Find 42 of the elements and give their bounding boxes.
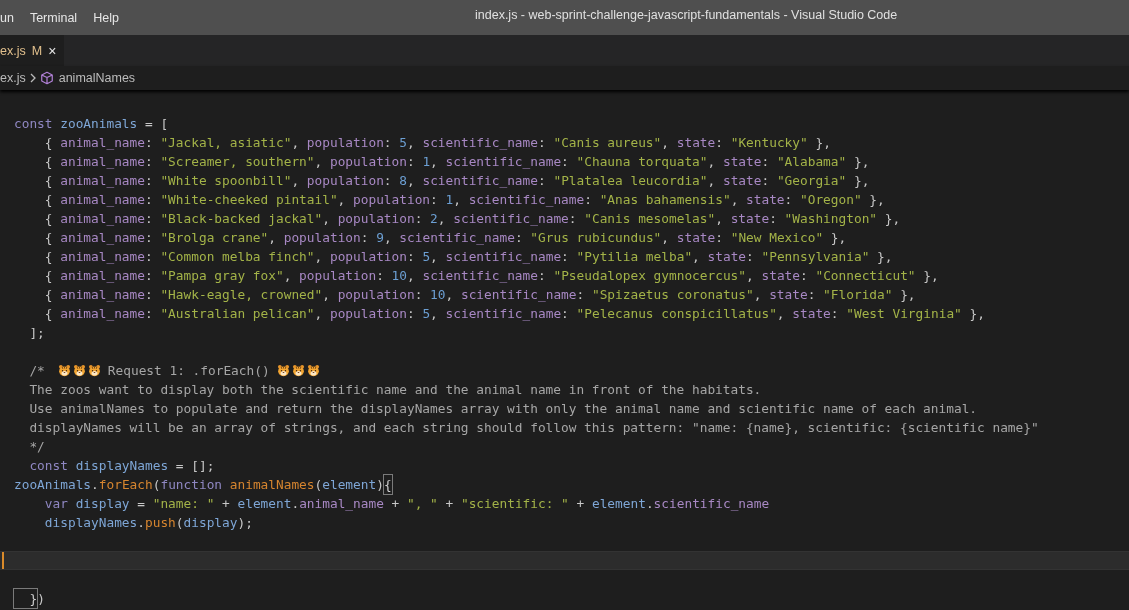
code-line: const displayNames = []; xyxy=(28,457,215,475)
code-line: { animal_name: "Common melba finch", population: 5, scientific_name: "Pytilia melba", state: "Pennsylvania" }, xyxy=(43,248,893,266)
code-line: { animal_name: "Jackal, asiatic", population: 5, scientific_name: "Canis aureus", state: "Kentucky" }, xyxy=(43,134,831,152)
code-line: var display = "name: " + element.animal_name + ", " + "scientific: " + element.scientific_name xyxy=(43,495,770,513)
code-line: { animal_name: "Screamer, southern", population: 1, scientific_name: "Chauna torquata", state: "Alabama" }, xyxy=(43,153,870,171)
code-line: { animal_name: "Pampa gray fox", population: 10, scientific_name: "Pseudalopex gymnocercus", state: "Connecticut" }, xyxy=(43,267,939,285)
text-cursor xyxy=(2,552,4,569)
tiger-icon xyxy=(57,364,71,377)
modified-label: M xyxy=(31,43,43,58)
chevron-right-icon xyxy=(28,72,37,84)
code-line: { animal_name: "Brolga crane", population: 9, scientific_name: "Grus rubicundus", state: "New Mexico" }, xyxy=(43,229,847,247)
tiger-icon xyxy=(291,364,305,377)
window-title: index.js - web-sprint-challenge-javascript-fundamentals - Visual Studio Code xyxy=(475,7,898,24)
code-line: { animal_name: "White-cheeked pintail", population: 1, scientific_name: "Anas bahamensis", state: "Oregon" }, xyxy=(43,191,885,209)
code-line: displayNames.push(display); xyxy=(43,514,253,532)
code-line: The zoos want to display both the scientific name and the animal name in front of the habitats. xyxy=(28,381,763,399)
breadcrumb-item[interactable]: ex.js xyxy=(0,71,26,85)
tiger-icon xyxy=(276,364,290,377)
menu-item[interactable]: Terminal xyxy=(21,10,86,25)
code-line: */ xyxy=(28,438,46,456)
code-line: }) xyxy=(14,589,45,608)
code-line: zooAnimals.forEach(function animalNames(element){ xyxy=(14,475,392,494)
tab-label: ex.js xyxy=(0,43,26,58)
tiger-icon xyxy=(87,364,101,377)
breadcrumb-item[interactable]: animalNames xyxy=(58,71,136,85)
code-line: Use animalNames to populate and return the displayNames array with only the animal name and scientific name of each animal. xyxy=(28,400,979,418)
close-icon[interactable]: × xyxy=(48,42,57,59)
code-line: { animal_name: "Australian pelican", population: 5, scientific_name: "Pelecanus conspicillatus", state: "West Virginia" }, xyxy=(43,305,985,323)
editor-tab[interactable]: ex.js M × xyxy=(0,35,65,66)
code-line: { animal_name: "Black-backed jackal", population: 2, scientific_name: "Canis mesomelas", state: "Washington" }, xyxy=(43,210,901,228)
code-text: /* xyxy=(28,362,45,380)
code-line: { animal_name: "White spoonbill", population: 8, scientific_name: "Platalea leucordia", state: "Georgia" }, xyxy=(43,172,870,190)
tiger-icon xyxy=(72,364,86,377)
menu-item[interactable]: Help xyxy=(85,10,127,25)
code-line: const zooAnimals = [ xyxy=(14,115,169,133)
cube-icon xyxy=(39,71,54,85)
code-line: displayNames will be an array of strings, and each string should follow this pattern: "name: {name}, scientific: {scientific name}" xyxy=(28,419,1040,437)
tiger-icon xyxy=(306,364,320,377)
menu-item[interactable]: un xyxy=(0,10,22,25)
code-text: Request 1: .forEach() xyxy=(107,362,270,380)
code-line: { animal_name: "Hawk-eagle, crowned", population: 10, scientific_name: "Spizaetus coronatus", state: "Florida" }, xyxy=(43,286,916,304)
code-line: ]; xyxy=(28,324,45,342)
